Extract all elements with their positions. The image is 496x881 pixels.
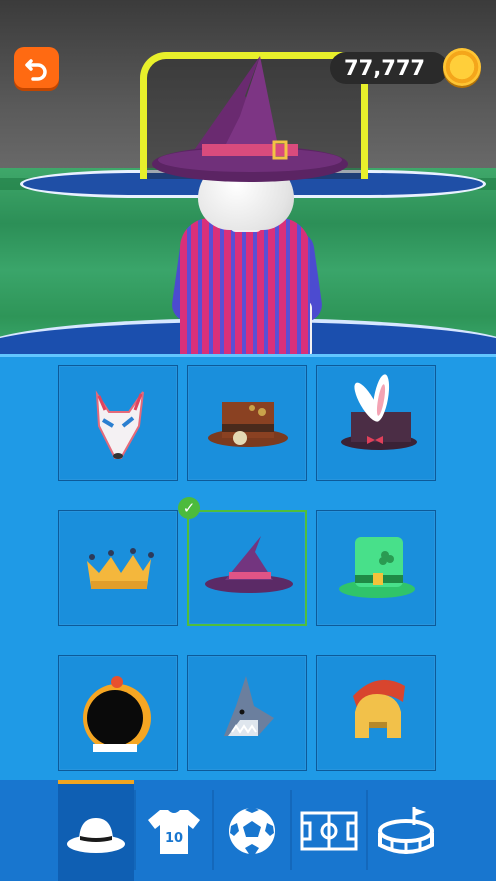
undo-arrow-icon bbox=[24, 58, 47, 81]
item-spartan-helmet[interactable] bbox=[316, 655, 436, 771]
astronaut-helmet-icon bbox=[83, 676, 151, 752]
witch-hat-worn bbox=[152, 56, 348, 182]
category-tab-bar: 10 bbox=[0, 780, 496, 881]
selected-check-icon: ✓ bbox=[178, 497, 200, 519]
hat-icon bbox=[67, 817, 125, 853]
coin-icon bbox=[443, 48, 481, 86]
soccer-ball-icon bbox=[229, 807, 275, 854]
shark-hat-icon bbox=[224, 676, 274, 736]
item-shark-hat[interactable] bbox=[187, 655, 307, 771]
stadium-icon bbox=[378, 806, 434, 854]
tab-kits[interactable]: 10 bbox=[136, 780, 212, 881]
item-witch-hat[interactable] bbox=[187, 510, 307, 626]
crown-icon bbox=[87, 548, 154, 589]
tab-stadiums[interactable] bbox=[368, 780, 444, 881]
item-astronaut-helmet[interactable] bbox=[58, 655, 178, 771]
jersey-number: 10 bbox=[165, 831, 183, 846]
item-steampunk-top-hat[interactable] bbox=[187, 365, 307, 481]
top-hat-icon bbox=[208, 402, 288, 447]
tab-fields[interactable] bbox=[292, 780, 366, 881]
item-crown[interactable] bbox=[58, 510, 178, 626]
jersey-icon: 10 bbox=[148, 809, 200, 854]
item-leprechaun-hat[interactable] bbox=[316, 510, 436, 626]
tab-balls[interactable] bbox=[214, 780, 290, 881]
item-fox-mask[interactable] bbox=[58, 365, 178, 481]
witch-hat-icon bbox=[205, 536, 293, 593]
coin-balance: 77,777 bbox=[330, 52, 448, 84]
leprechaun-hat-icon bbox=[339, 537, 415, 598]
item-grid-panel bbox=[0, 354, 496, 783]
tab-hats[interactable] bbox=[58, 780, 134, 881]
back-button[interactable] bbox=[14, 47, 59, 88]
spartan-helmet-icon bbox=[353, 679, 405, 738]
bunny-hat-icon bbox=[341, 374, 417, 450]
avatar-jersey bbox=[180, 218, 310, 354]
fox-mask-icon bbox=[95, 390, 144, 459]
pitch-icon bbox=[300, 811, 358, 850]
item-bunny-ear-top-hat[interactable] bbox=[316, 365, 436, 481]
